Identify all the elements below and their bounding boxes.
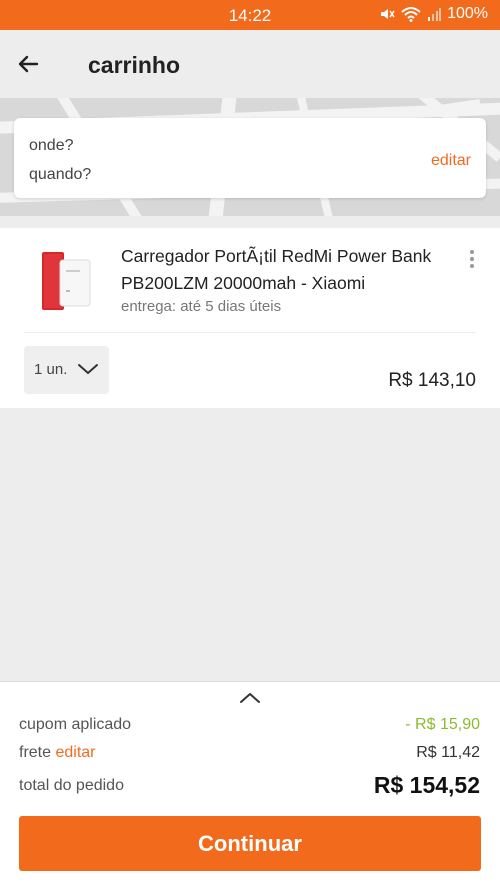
arrow-left-icon [18,55,39,73]
when-label: quando? [29,166,92,183]
wifi-icon [401,7,421,22]
back-button[interactable] [12,48,44,80]
quantity-select[interactable]: 1 un. [24,346,109,394]
edit-shipping-link[interactable]: editar [55,744,95,761]
total-value: R$ 154,52 [373,772,480,798]
header: carrinho [0,30,500,98]
divider [24,332,476,333]
status-bar: 14:22 100% [0,0,500,30]
page-title: carrinho [88,52,181,78]
chevron-down-icon [78,364,98,374]
more-options-icon[interactable] [462,250,482,276]
mute-icon [381,9,395,19]
order-summary: cupom aplicado - R$ 15,90 frete editar R… [0,681,500,889]
battery-text: 100% [447,5,488,22]
quantity-value: 1 un. [34,361,68,378]
cart-item: Carregador PortÃ¡til RedMi Power Bank PB… [0,228,500,408]
location-card[interactable]: onde? quando? editar [14,118,486,198]
shipping-value: R$ 11,42 [416,744,480,761]
shipping-label: frete [19,744,56,761]
total-label: total do pedido [19,777,124,794]
where-label: onde? [29,137,74,154]
item-price: R$ 143,10 [388,370,476,391]
status-icons: 100% [379,5,488,23]
product-image [42,252,91,310]
chevron-up-icon[interactable] [236,688,264,708]
delivery-info: entrega: até 5 dias úteis [121,298,282,315]
edit-location-link[interactable]: editar [431,152,471,170]
continue-button[interactable]: Continuar [19,816,481,871]
signal-icon [428,8,442,21]
product-name[interactable]: Carregador PortÃ¡til RedMi Power Bank PB… [121,243,461,297]
coupon-value: - R$ 15,90 [405,716,480,733]
coupon-label: cupom aplicado [19,716,132,733]
shipping-row: frete editar [19,744,96,762]
